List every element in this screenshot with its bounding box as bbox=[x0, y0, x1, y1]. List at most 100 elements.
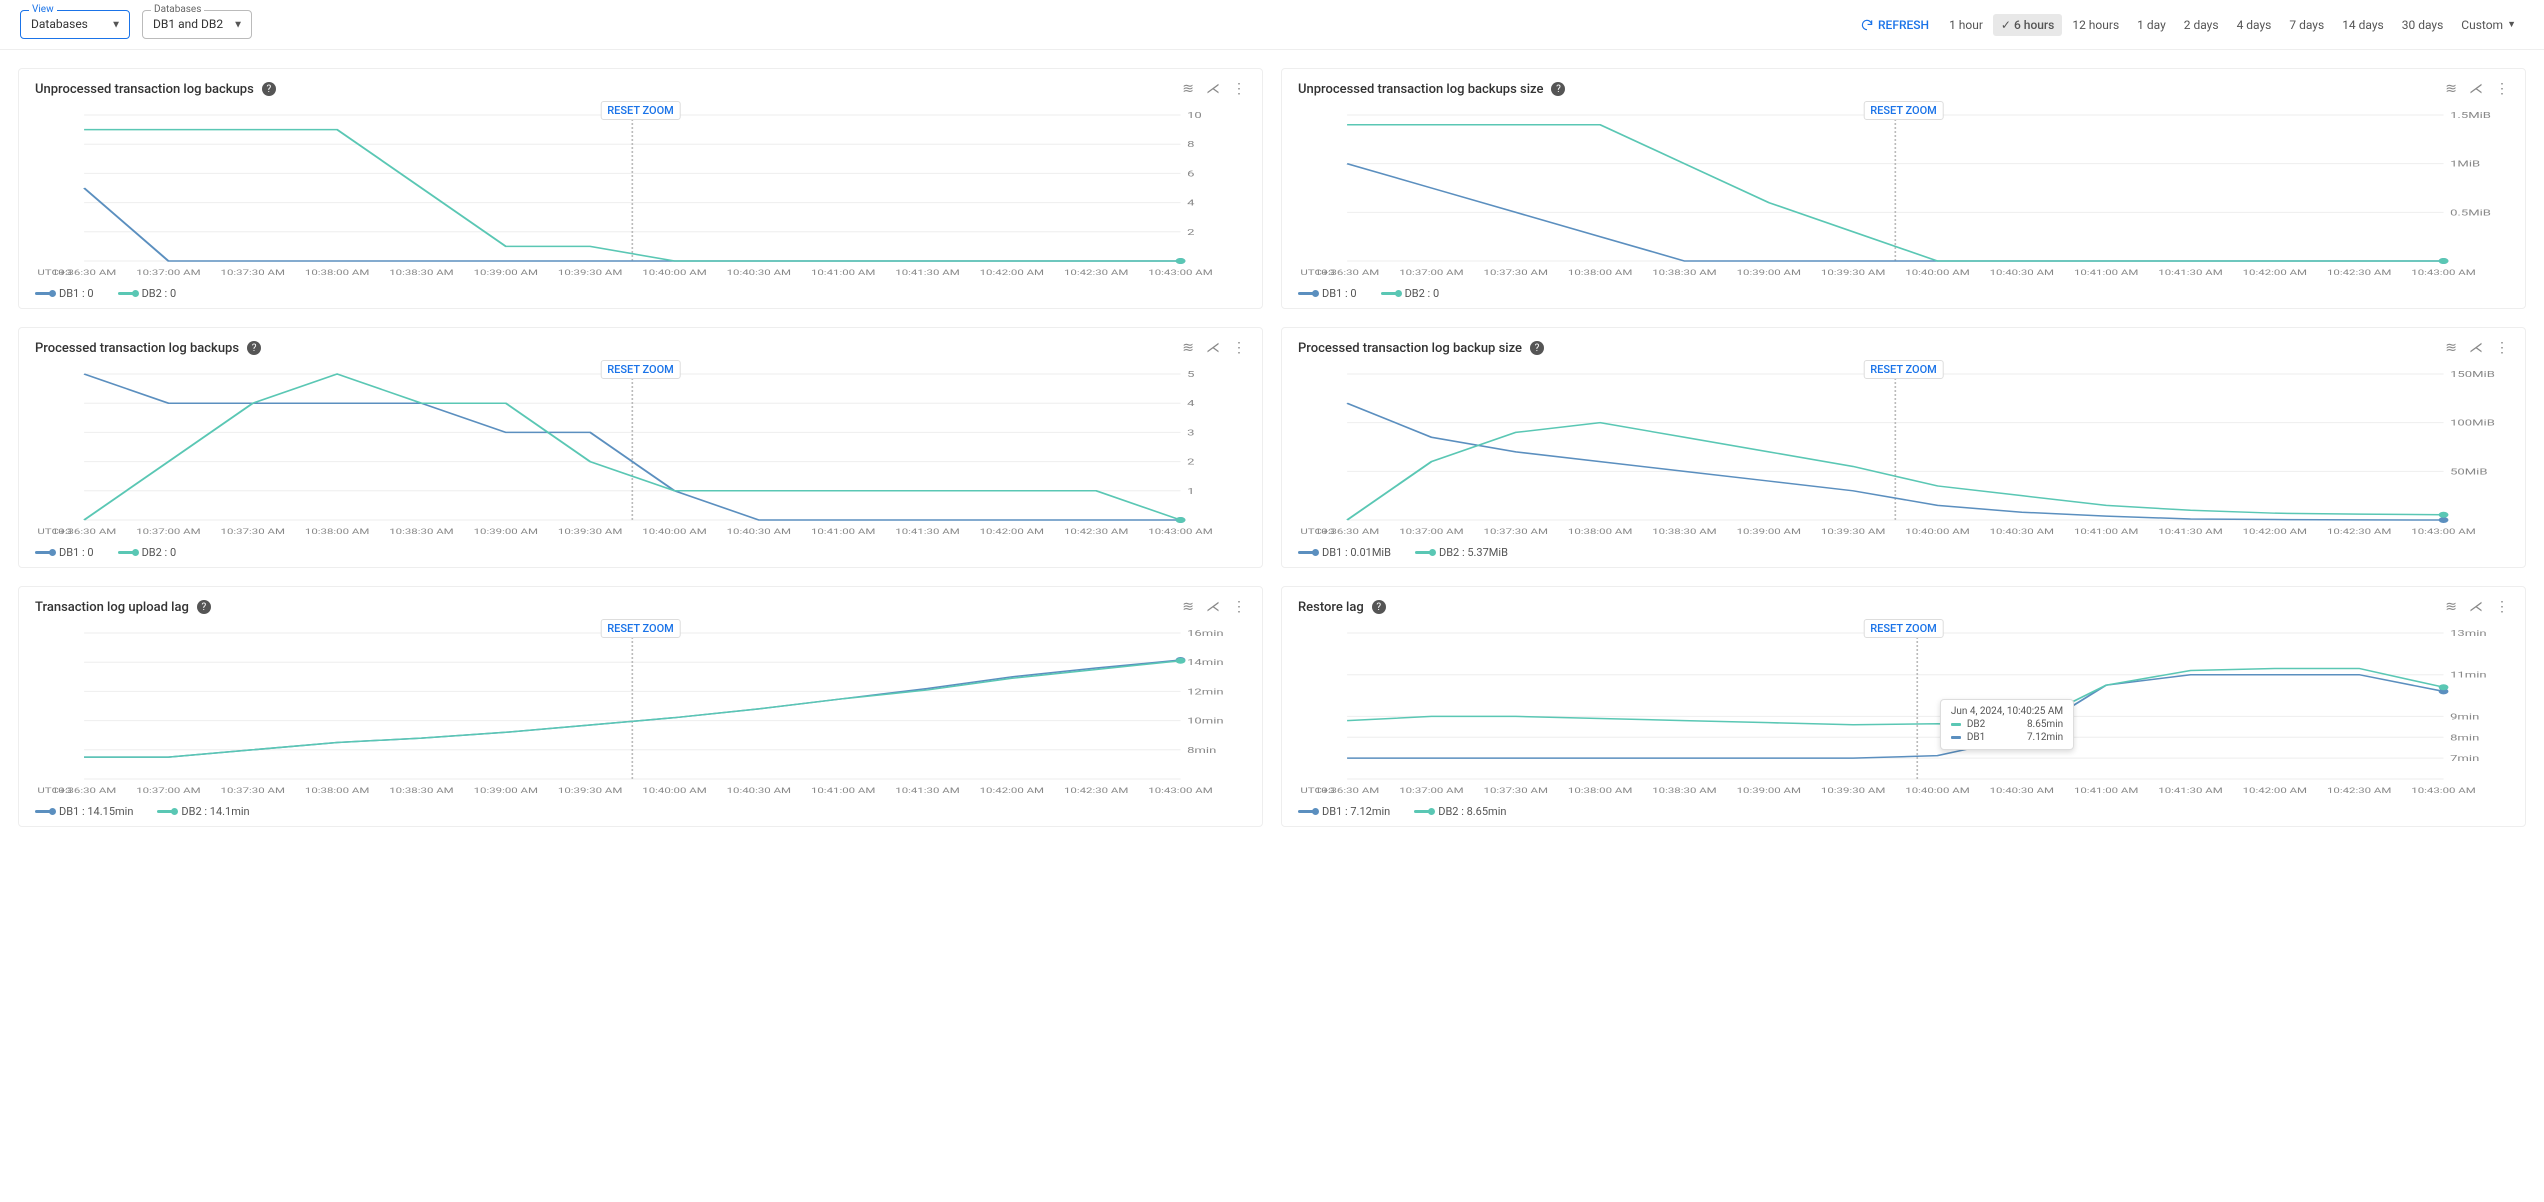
time-range-chips: 1 hour6 hours12 hours1 day2 days4 days7 … bbox=[1941, 14, 2524, 36]
legend-item-db1[interactable]: DB1 : 7.12min bbox=[1298, 805, 1390, 818]
help-icon[interactable]: ? bbox=[247, 341, 261, 355]
legend-item-db2[interactable]: DB2 : 5.37MiB bbox=[1415, 546, 1508, 559]
svg-text:10:39:00 AM: 10:39:00 AM bbox=[1737, 269, 1801, 277]
legend-item-db1[interactable]: DB1 : 14.15min bbox=[35, 805, 133, 818]
more-icon[interactable]: ⋮ bbox=[1232, 340, 1246, 356]
split-icon[interactable]: ⋌ bbox=[2469, 81, 2483, 97]
time-chip-1-hour[interactable]: 1 hour bbox=[1941, 14, 1991, 36]
svg-text:10:37:30 AM: 10:37:30 AM bbox=[221, 787, 285, 795]
svg-text:10:37:30 AM: 10:37:30 AM bbox=[221, 269, 285, 277]
split-icon[interactable]: ⋌ bbox=[2469, 340, 2483, 356]
split-icon[interactable]: ⋌ bbox=[1206, 340, 1220, 356]
legend-item-db1[interactable]: DB1 : 0 bbox=[35, 546, 94, 559]
refresh-label: REFRESH bbox=[1878, 18, 1929, 32]
svg-text:10:36:30 AM: 10:36:30 AM bbox=[52, 787, 116, 795]
reset-zoom-button[interactable]: RESET ZOOM bbox=[1863, 101, 1944, 120]
refresh-button[interactable]: REFRESH bbox=[1850, 14, 1939, 36]
time-chip-12-hours[interactable]: 12 hours bbox=[2064, 14, 2127, 36]
legend-item-db2[interactable]: DB2 : 0 bbox=[118, 546, 177, 559]
svg-text:10:39:00 AM: 10:39:00 AM bbox=[474, 269, 538, 277]
svg-text:10:38:00 AM: 10:38:00 AM bbox=[305, 787, 369, 795]
view-select[interactable]: View Databases ▼ bbox=[20, 10, 130, 39]
more-icon[interactable]: ⋮ bbox=[2495, 340, 2509, 356]
legend-item-db2[interactable]: DB2 : 8.65min bbox=[1414, 805, 1506, 818]
databases-select-label: Databases bbox=[151, 4, 204, 15]
time-chip-6-hours[interactable]: 6 hours bbox=[1993, 14, 2062, 36]
chevron-down-icon: ▼ bbox=[111, 19, 121, 30]
time-chip-1-day[interactable]: 1 day bbox=[2129, 14, 2174, 36]
svg-text:10:37:30 AM: 10:37:30 AM bbox=[221, 528, 285, 536]
legend-toggle-icon[interactable]: ≋ bbox=[1182, 81, 1194, 97]
split-icon[interactable]: ⋌ bbox=[1206, 81, 1220, 97]
svg-text:10:41:00 AM: 10:41:00 AM bbox=[811, 787, 875, 795]
svg-text:0.5MiB: 0.5MiB bbox=[2450, 208, 2491, 218]
chart-legend: DB1 : 14.15min DB2 : 14.1min bbox=[35, 805, 1246, 818]
more-icon[interactable]: ⋮ bbox=[1232, 81, 1246, 97]
help-icon[interactable]: ? bbox=[1372, 600, 1386, 614]
legend-item-db2[interactable]: DB2 : 0 bbox=[1381, 287, 1440, 300]
reset-zoom-button[interactable]: RESET ZOOM bbox=[600, 619, 681, 638]
svg-text:10:40:30 AM: 10:40:30 AM bbox=[727, 269, 791, 277]
legend-item-db1[interactable]: DB1 : 0 bbox=[1298, 287, 1357, 300]
legend-text: DB1 : 14.15min bbox=[59, 805, 133, 818]
svg-text:10:39:30 AM: 10:39:30 AM bbox=[1821, 269, 1885, 277]
right-controls: REFRESH 1 hour6 hours12 hours1 day2 days… bbox=[1850, 14, 2524, 36]
reset-zoom-button[interactable]: RESET ZOOM bbox=[1863, 360, 1944, 379]
legend-text: DB2 : 5.37MiB bbox=[1439, 546, 1508, 559]
more-icon[interactable]: ⋮ bbox=[2495, 599, 2509, 615]
chart-area[interactable]: RESET ZOOM0.5MiB1MiB1.5MiBUTC+310:36:30 … bbox=[1298, 101, 2509, 281]
svg-text:10:43:00 AM: 10:43:00 AM bbox=[1148, 269, 1212, 277]
split-icon[interactable]: ⋌ bbox=[1206, 599, 1220, 615]
time-chip-14-days[interactable]: 14 days bbox=[2334, 14, 2392, 36]
svg-text:10:37:00 AM: 10:37:00 AM bbox=[136, 787, 200, 795]
more-icon[interactable]: ⋮ bbox=[2495, 81, 2509, 97]
svg-text:10:40:00 AM: 10:40:00 AM bbox=[642, 269, 706, 277]
chart-area[interactable]: RESET ZOOM50MiB100MiB150MiBUTC+310:36:30… bbox=[1298, 360, 2509, 540]
time-chip-30-days[interactable]: 30 days bbox=[2394, 14, 2452, 36]
legend-toggle-icon[interactable]: ≋ bbox=[2445, 599, 2457, 615]
time-chip-2-days[interactable]: 2 days bbox=[2176, 14, 2227, 36]
help-icon[interactable]: ? bbox=[1530, 341, 1544, 355]
svg-text:10:38:00 AM: 10:38:00 AM bbox=[305, 528, 369, 536]
card-title-wrap: Unprocessed transaction log backups size… bbox=[1298, 82, 1565, 97]
legend-text: DB1 : 0 bbox=[59, 546, 94, 559]
legend-swatch bbox=[118, 292, 136, 295]
legend-item-db2[interactable]: DB2 : 14.1min bbox=[157, 805, 249, 818]
chart-area[interactable]: RESET ZOOM8min10min12min14min16minUTC+31… bbox=[35, 619, 1246, 799]
legend-toggle-icon[interactable]: ≋ bbox=[1182, 340, 1194, 356]
legend-toggle-icon[interactable]: ≋ bbox=[2445, 81, 2457, 97]
chart-area[interactable]: RESET ZOOM7min8min9min11min13minUTC+310:… bbox=[1298, 619, 2509, 799]
svg-text:150MiB: 150MiB bbox=[2450, 370, 2495, 380]
split-icon[interactable]: ⋌ bbox=[2469, 599, 2483, 615]
reset-zoom-button[interactable]: RESET ZOOM bbox=[600, 360, 681, 379]
svg-text:3: 3 bbox=[1187, 428, 1194, 438]
legend-toggle-icon[interactable]: ≋ bbox=[2445, 340, 2457, 356]
svg-text:10:42:00 AM: 10:42:00 AM bbox=[980, 528, 1044, 536]
refresh-icon bbox=[1860, 18, 1874, 32]
databases-select-value: DB1 and DB2 bbox=[153, 17, 223, 31]
svg-text:50MiB: 50MiB bbox=[2450, 467, 2488, 477]
svg-text:10:37:30 AM: 10:37:30 AM bbox=[1484, 787, 1548, 795]
more-icon[interactable]: ⋮ bbox=[1232, 599, 1246, 615]
time-chip-7-days[interactable]: 7 days bbox=[2281, 14, 2332, 36]
svg-text:10:41:30 AM: 10:41:30 AM bbox=[2158, 787, 2222, 795]
databases-select[interactable]: Databases DB1 and DB2 ▼ bbox=[142, 10, 252, 39]
help-icon[interactable]: ? bbox=[1551, 82, 1565, 96]
reset-zoom-button[interactable]: RESET ZOOM bbox=[1863, 619, 1944, 638]
chart-area[interactable]: RESET ZOOM12345UTC+310:36:30 AM10:37:00 … bbox=[35, 360, 1246, 540]
time-chip-4-days[interactable]: 4 days bbox=[2229, 14, 2280, 36]
help-icon[interactable]: ? bbox=[197, 600, 211, 614]
legend-item-db2[interactable]: DB2 : 0 bbox=[118, 287, 177, 300]
legend-swatch bbox=[1298, 292, 1316, 295]
svg-text:10:42:30 AM: 10:42:30 AM bbox=[1064, 528, 1128, 536]
time-chip-custom[interactable]: Custom▼ bbox=[2453, 14, 2524, 36]
legend-item-db1[interactable]: DB1 : 0.01MiB bbox=[1298, 546, 1391, 559]
chart-legend: DB1 : 0 DB2 : 0 bbox=[1298, 287, 2509, 300]
legend-toggle-icon[interactable]: ≋ bbox=[1182, 599, 1194, 615]
legend-item-db1[interactable]: DB1 : 0 bbox=[35, 287, 94, 300]
chart-area[interactable]: RESET ZOOM246810UTC+310:36:30 AM10:37:00… bbox=[35, 101, 1246, 281]
svg-text:10:37:30 AM: 10:37:30 AM bbox=[1484, 528, 1548, 536]
reset-zoom-button[interactable]: RESET ZOOM bbox=[600, 101, 681, 120]
legend-text: DB2 : 0 bbox=[142, 287, 177, 300]
help-icon[interactable]: ? bbox=[262, 82, 276, 96]
